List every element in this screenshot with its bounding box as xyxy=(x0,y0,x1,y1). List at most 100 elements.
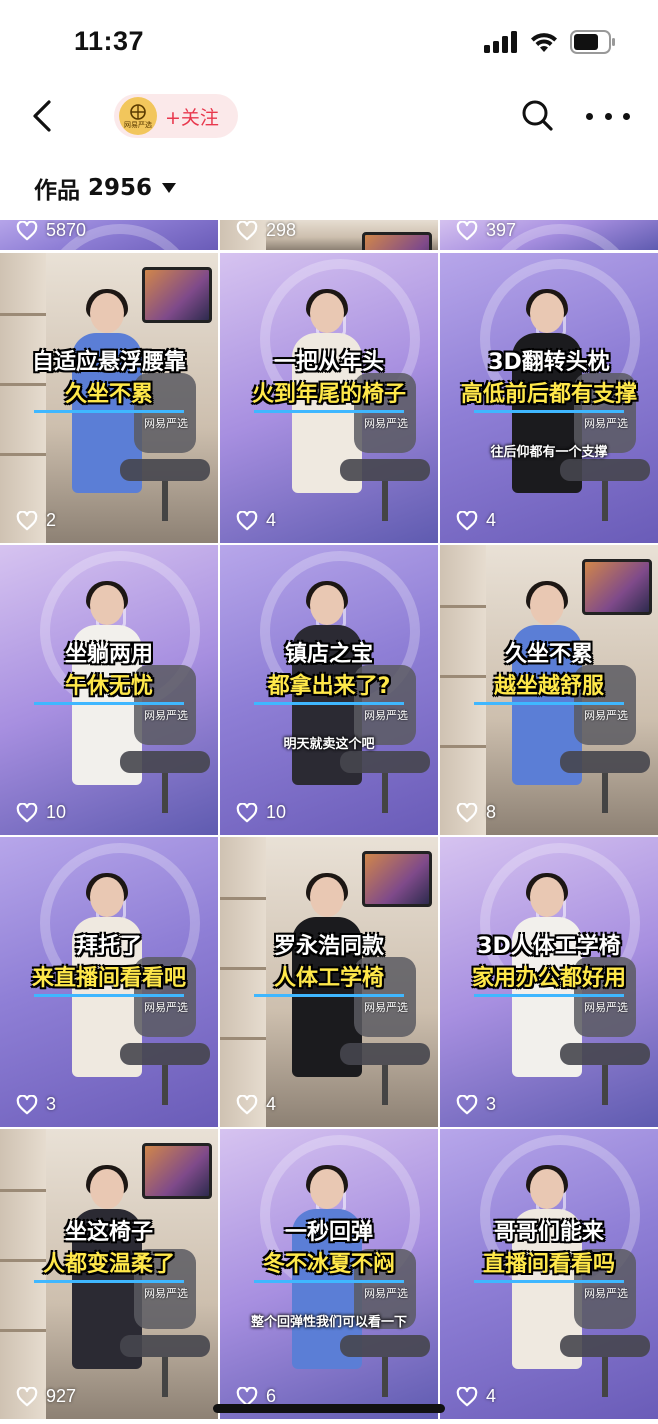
like-count-value: 2 xyxy=(46,510,57,530)
caption-line-2: 都拿出来了? xyxy=(267,674,391,699)
video-tile[interactable]: 自适应悬浮腰靠 久坐不累 网易严选 2 xyxy=(0,253,218,543)
home-indicator[interactable] xyxy=(213,1404,445,1413)
heart-icon xyxy=(236,220,258,240)
video-caption: 镇店之宝 都拿出来了? 网易严选 明天就卖这个吧 xyxy=(220,641,438,752)
video-tile[interactable]: 3D人体工学椅 家用办公都好用 网易严选 3 xyxy=(440,837,658,1127)
caption-brand: 网易严选 xyxy=(144,1001,188,1014)
monitor-decor xyxy=(142,1143,212,1199)
video-tile[interactable]: 哥哥们能来 直播间看看吗 网易严选 4 xyxy=(440,1129,658,1419)
wifi-icon xyxy=(531,33,557,52)
video-caption: 自适应悬浮腰靠 久坐不累 网易严选 xyxy=(0,349,218,431)
like-count: 4 xyxy=(236,1094,276,1115)
caption-line-1: 3D翻转头枕 xyxy=(488,350,610,375)
caption-brand: 网易严选 xyxy=(364,709,408,722)
video-tile[interactable]: 397 xyxy=(440,220,658,250)
caption-brand: 网易严选 xyxy=(584,417,628,430)
video-caption: 一把从年头 火到年尾的椅子 网易严选 xyxy=(220,349,438,431)
caption-line-2: 火到年尾的椅子 xyxy=(251,382,406,407)
monitor-decor xyxy=(362,851,432,907)
heart-icon xyxy=(16,1386,38,1406)
video-tile[interactable]: 一秒回弹 冬不冰夏不闷 网易严选 整个回弹性我们可以看一下 6 xyxy=(220,1129,438,1419)
video-tile[interactable]: 罗永浩同款 人体工学椅 网易严选 4 xyxy=(220,837,438,1127)
heart-icon xyxy=(16,220,38,240)
caption-underline xyxy=(254,702,404,705)
heart-icon xyxy=(16,510,38,530)
caption-line-1: 坐这椅子 xyxy=(64,1220,153,1245)
heart-icon xyxy=(456,802,478,822)
caption-underline xyxy=(474,994,624,997)
caption-line-2: 家用办公都好用 xyxy=(471,966,626,991)
caption-line-1: 罗永浩同款 xyxy=(273,934,384,959)
follow-pill[interactable]: 网易严选 +关注 xyxy=(114,94,238,138)
works-filter[interactable]: 作品 2956 xyxy=(34,172,177,204)
video-grid: 5870 298 397 自适应悬浮腰靠 久坐不累 网易严选 2 一把从年头 火到年尾的椅子 网易… xyxy=(0,220,658,1424)
like-count-value: 10 xyxy=(46,802,67,822)
caption-subtitle: 往后仰都有一个支撑 xyxy=(490,445,608,460)
battery-icon xyxy=(570,30,615,54)
works-count: 2956 xyxy=(88,175,153,201)
status-time: 11:37 xyxy=(74,26,145,56)
like-count-value: 298 xyxy=(266,220,297,240)
caption-line-2: 来直播间看看吧 xyxy=(31,966,186,991)
video-tile[interactable]: 一把从年头 火到年尾的椅子 网易严选 4 xyxy=(220,253,438,543)
caption-line-1: 久坐不累 xyxy=(504,642,593,667)
like-count-value: 4 xyxy=(266,1094,277,1114)
video-tile[interactable]: 坐躺两用午休无忧网易严选 10 xyxy=(0,545,218,835)
like-count: 3 xyxy=(16,1094,56,1115)
video-tile[interactable]: 拜托了来直播间看看吧网易严选 3 xyxy=(0,837,218,1127)
video-tile[interactable]: 3D翻转头枕 高低前后都有支撑 网易严选 往后仰都有一个支撑 4 xyxy=(440,253,658,543)
caption-line-1: 坐躺两用 xyxy=(64,642,153,667)
video-caption: 坐躺两用午休无忧网易严选 xyxy=(0,641,218,723)
monitor-decor xyxy=(582,559,652,615)
like-count-value: 4 xyxy=(486,510,497,530)
like-count: 4 xyxy=(236,510,276,531)
back-button[interactable] xyxy=(24,96,60,136)
video-tile[interactable]: 5870 xyxy=(0,220,218,250)
like-count: 2 xyxy=(16,510,56,531)
like-count: 298 xyxy=(236,220,296,241)
search-button[interactable] xyxy=(518,96,558,136)
video-tile[interactable]: 久坐不累 越坐越舒服 网易严选 8 xyxy=(440,545,658,835)
caption-line-2: 午休无忧 xyxy=(64,674,153,699)
video-caption: 3D翻转头枕 高低前后都有支撑 网易严选 往后仰都有一个支撑 xyxy=(440,349,658,460)
like-count: 5870 xyxy=(16,220,86,241)
status-icons xyxy=(484,30,616,54)
caption-line-2: 久坐不累 xyxy=(64,382,153,407)
caption-underline xyxy=(474,1280,624,1283)
heart-icon xyxy=(16,802,38,822)
search-icon xyxy=(522,100,553,131)
like-count-value: 10 xyxy=(266,802,287,822)
caption-line-2: 直播间看看吗 xyxy=(482,1252,615,1277)
more-dots-icon xyxy=(586,112,593,120)
caption-subtitle: 整个回弹性我们可以看一下 xyxy=(250,1315,407,1330)
caption-brand: 网易严选 xyxy=(144,709,188,722)
like-count: 927 xyxy=(16,1386,76,1407)
heart-icon xyxy=(456,1094,478,1114)
caption-underline xyxy=(34,702,184,705)
video-tile[interactable]: 镇店之宝 都拿出来了? 网易严选 明天就卖这个吧 10 xyxy=(220,545,438,835)
video-tile[interactable]: 298 xyxy=(220,220,438,250)
caption-line-2: 人都变温柔了 xyxy=(42,1252,175,1277)
more-button[interactable] xyxy=(586,96,630,136)
caption-line-1: 一秒回弹 xyxy=(284,1220,373,1245)
video-tile[interactable]: 坐这椅子 人都变温柔了 网易严选 927 xyxy=(0,1129,218,1419)
caption-line-1: 3D人体工学椅 xyxy=(477,934,621,959)
follow-button[interactable]: +关注 xyxy=(165,103,219,130)
caption-underline xyxy=(34,1280,184,1283)
brand-logo-icon xyxy=(130,103,146,120)
back-chevron-icon xyxy=(33,100,51,132)
heart-icon xyxy=(236,802,258,822)
caption-underline xyxy=(34,994,184,997)
caption-line-1: 拜托了 xyxy=(75,934,142,959)
like-count-value: 397 xyxy=(486,220,517,240)
heart-icon xyxy=(456,1386,478,1406)
caption-underline xyxy=(254,994,404,997)
avatar[interactable]: 网易严选 xyxy=(119,97,157,135)
caption-brand: 网易严选 xyxy=(584,1287,628,1300)
heart-icon xyxy=(16,1094,38,1114)
caption-underline xyxy=(254,410,404,413)
like-count: 10 xyxy=(16,802,66,823)
video-caption: 拜托了来直播间看看吧网易严选 xyxy=(0,933,218,1015)
status-bar: 11:37 xyxy=(0,0,658,80)
caption-underline xyxy=(474,410,624,413)
